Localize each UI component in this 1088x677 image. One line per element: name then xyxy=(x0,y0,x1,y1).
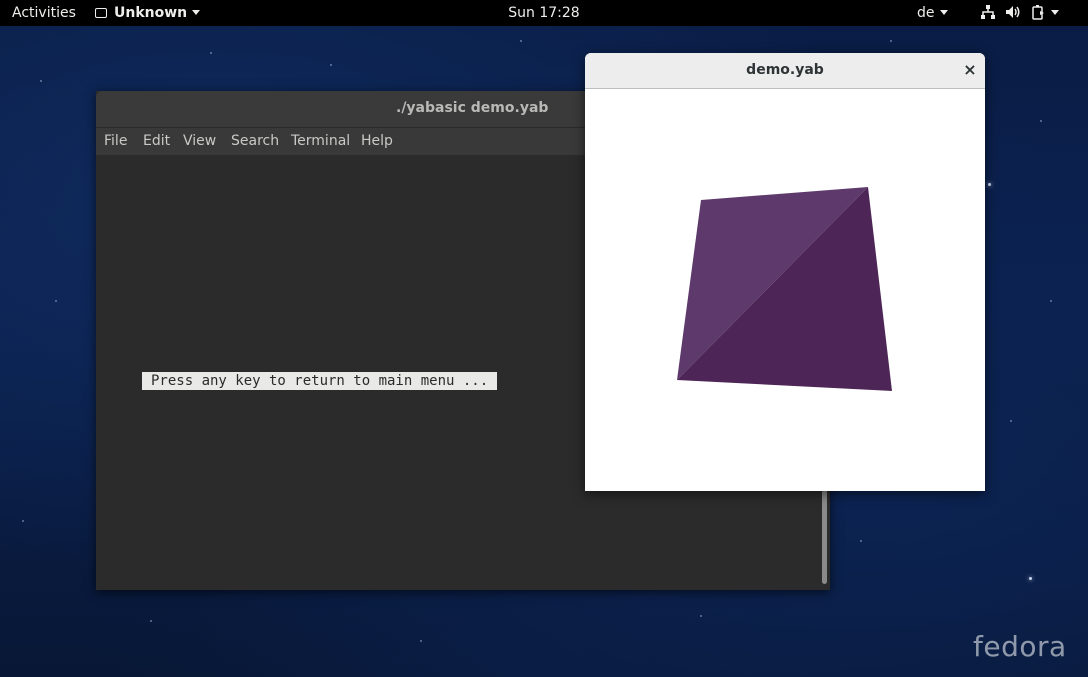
star xyxy=(420,640,422,642)
star xyxy=(1029,577,1032,580)
star xyxy=(150,620,152,622)
menu-help[interactable]: Help xyxy=(361,133,393,149)
star xyxy=(55,300,57,302)
menu-view[interactable]: View xyxy=(183,133,216,149)
star xyxy=(860,540,862,542)
network-icon xyxy=(981,5,995,19)
star xyxy=(1010,420,1012,422)
star xyxy=(520,40,522,42)
graphics-window-titlebar[interactable]: demo.yab × xyxy=(585,53,985,89)
activities-button[interactable]: Activities xyxy=(12,0,76,26)
terminal-title: ./yabasic demo.yab xyxy=(396,100,549,116)
star xyxy=(1040,120,1042,122)
terminal-output-line: Press any key to return to main menu ... xyxy=(142,372,498,390)
app-menu-button[interactable]: Unknown xyxy=(95,0,201,26)
menu-terminal[interactable]: Terminal xyxy=(291,133,350,149)
volume-icon xyxy=(1006,6,1020,18)
chevron-down-icon xyxy=(1051,10,1059,15)
star xyxy=(988,183,991,186)
menu-edit[interactable]: Edit xyxy=(143,133,170,149)
graphics-window-title: demo.yab xyxy=(746,62,824,78)
star xyxy=(890,40,892,42)
tetrahedron-drawing xyxy=(677,187,892,391)
language-selector[interactable]: de xyxy=(917,0,948,26)
top-panel: Sun 17:28 Activities Unknown de xyxy=(0,0,1088,26)
system-status-menu[interactable] xyxy=(980,0,1059,26)
graphics-canvas[interactable] xyxy=(585,89,985,491)
terminal-scrollbar[interactable] xyxy=(822,490,827,584)
graphics-window[interactable]: demo.yab × xyxy=(585,53,985,491)
language-label: de xyxy=(917,5,935,21)
close-icon[interactable]: × xyxy=(961,60,979,80)
clock[interactable]: Sun 17:28 xyxy=(508,5,579,21)
app-menu-label: Unknown xyxy=(114,5,188,21)
menu-search[interactable]: Search xyxy=(231,133,279,149)
star xyxy=(700,615,702,617)
chevron-down-icon xyxy=(192,10,201,15)
star xyxy=(22,520,24,522)
star xyxy=(210,52,212,54)
app-window-icon xyxy=(95,8,107,18)
chevron-down-icon xyxy=(939,10,948,15)
menu-file[interactable]: File xyxy=(104,133,127,149)
star xyxy=(40,80,42,82)
battery-icon xyxy=(1032,5,1044,20)
star xyxy=(330,64,332,66)
fedora-logo: fedora xyxy=(973,630,1067,663)
star xyxy=(1050,300,1052,302)
